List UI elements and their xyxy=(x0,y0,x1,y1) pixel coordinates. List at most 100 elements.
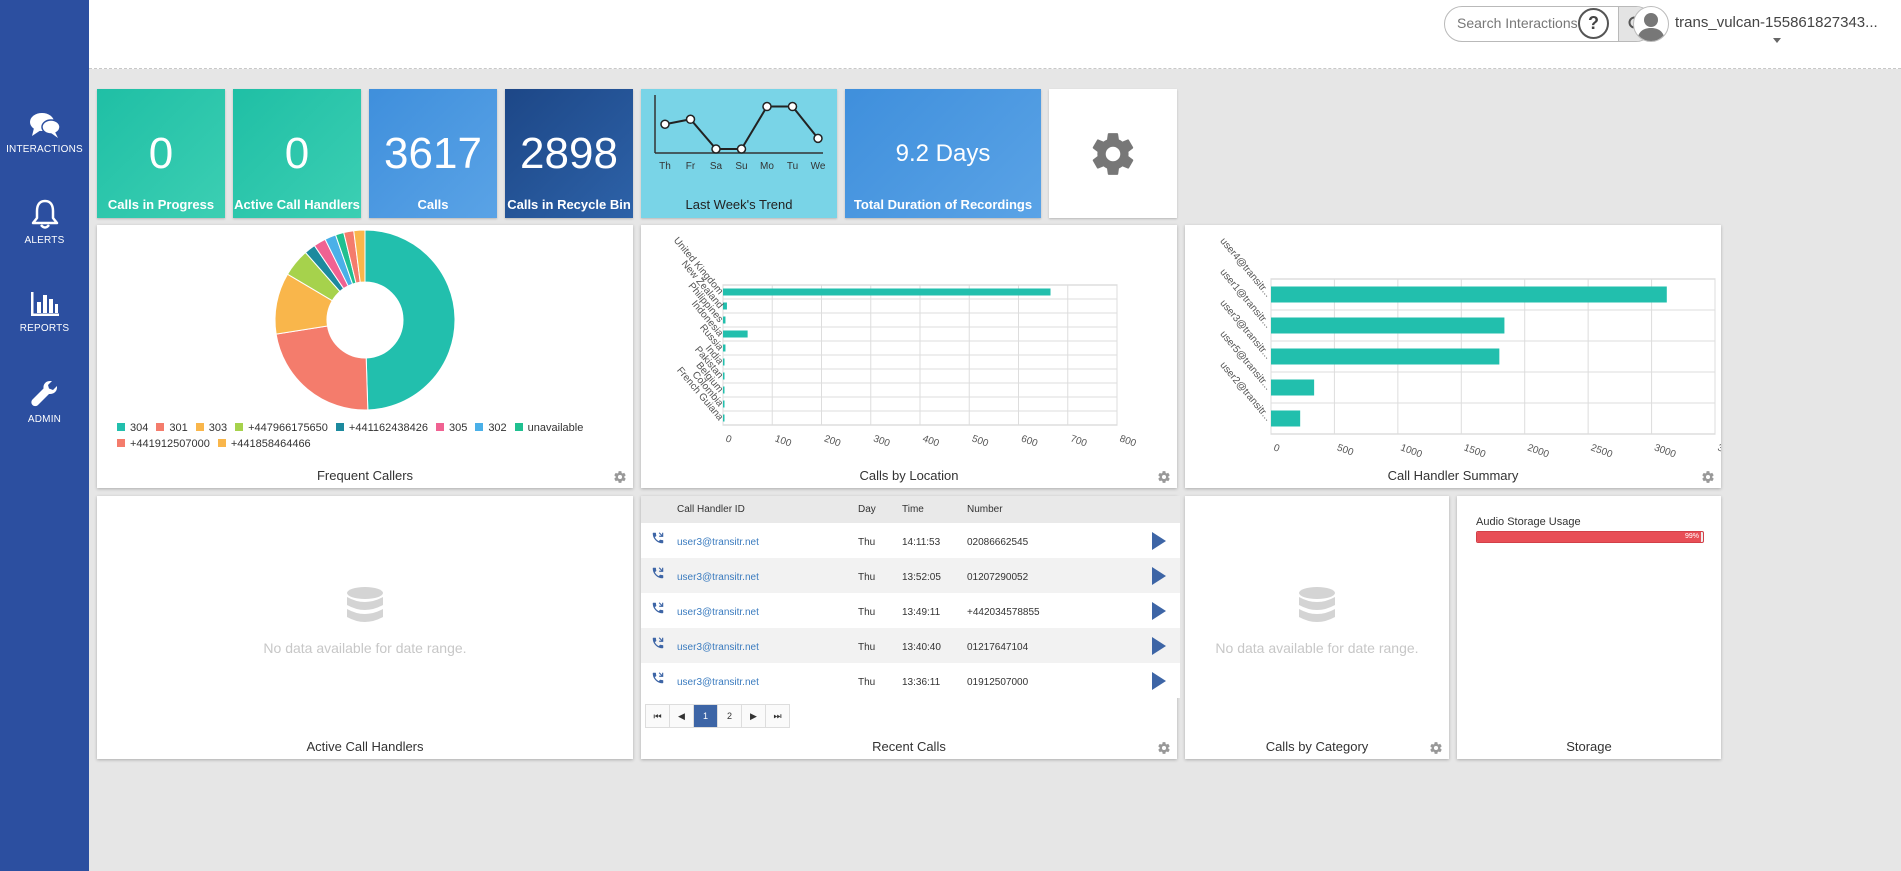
call-number: 01207290052 xyxy=(967,572,1029,583)
prev-page-button[interactable]: ◀ xyxy=(670,705,694,727)
legend-item[interactable]: 301 xyxy=(156,420,188,436)
no-data-text: No data available for date range. xyxy=(263,640,467,656)
panel-title: Calls by Location xyxy=(859,468,959,483)
x-tick-label: 0 xyxy=(1272,442,1281,454)
sidebar-item-interactions[interactable]: INTERACTIONS xyxy=(0,111,89,155)
calls-by-location-chart: 0 100 200 300 400 500 600 700 800United KingdomN… xyxy=(671,235,1138,449)
legend-item[interactable]: +441858464466 xyxy=(217,436,311,452)
bell-icon xyxy=(31,199,58,229)
panel-active-call-handlers: No data available for date range. Active… xyxy=(97,496,633,759)
last-page-button[interactable]: ⏭ xyxy=(766,705,789,727)
legend-item[interactable]: +441162438426 xyxy=(335,420,428,436)
gear-icon[interactable] xyxy=(1701,470,1715,484)
call-handler-id[interactable]: user3@transitr.net xyxy=(677,572,759,583)
legend-swatch xyxy=(514,423,523,431)
call-handler-id[interactable]: user3@transitr.net xyxy=(677,607,759,618)
trend-point xyxy=(762,101,772,112)
sidebar-item-admin[interactable]: ADMIN xyxy=(0,379,89,425)
call-handler-id[interactable]: user3@transitr.net xyxy=(677,677,759,688)
call-handler-id[interactable]: user3@transitr.net xyxy=(677,642,759,653)
bar-chart-icon xyxy=(30,292,59,316)
legend-item[interactable]: 302 xyxy=(475,420,507,436)
table-row[interactable]: user3@transitr.net Thu 13:52:05 01207290052 xyxy=(641,558,1180,593)
next-page-button[interactable]: ▶ xyxy=(742,705,766,727)
play-button[interactable] xyxy=(1152,602,1166,620)
tile-calls[interactable]: 3617 Calls xyxy=(369,89,497,218)
help-icon: ? xyxy=(1588,13,1599,33)
page-button-2[interactable]: 2 xyxy=(718,705,742,727)
legend-label: 304 xyxy=(130,422,149,434)
gear-icon[interactable] xyxy=(1429,741,1443,755)
tile-calls-in-recycle-bin[interactable]: 2898 Calls in Recycle Bin xyxy=(505,89,633,218)
table-row[interactable]: user3@transitr.net Thu 13:36:11 01912507000 xyxy=(641,663,1180,698)
bar[interactable] xyxy=(1271,379,1315,396)
gear-icon[interactable] xyxy=(1157,741,1171,755)
legend-item[interactable]: +441912507000 xyxy=(117,436,210,452)
table-row[interactable]: user3@transitr.net Thu 13:40:40 01217647104 xyxy=(641,628,1180,663)
sidebar-item-label: ALERTS xyxy=(24,235,65,246)
no-data-text: No data available for date range. xyxy=(1215,640,1419,656)
tile-active-call-handlers[interactable]: 0 Active Call Handlers xyxy=(233,89,361,218)
first-page-button[interactable]: ⏮ xyxy=(646,705,670,727)
legend-swatch xyxy=(117,439,125,447)
bar[interactable] xyxy=(723,288,1051,296)
play-button[interactable] xyxy=(1152,532,1166,550)
column-header: Number xyxy=(967,504,1003,515)
panel-calls-by-location: 0 100 200 300 400 500 600 700 800 United Kingdom N… xyxy=(641,225,1177,488)
gear-icon[interactable] xyxy=(613,470,627,484)
username[interactable]: trans_vulcan-155861827343... xyxy=(1675,14,1878,31)
call-day: Thu xyxy=(858,607,876,618)
legend-item[interactable]: 304 xyxy=(117,420,148,436)
legend-label: 305 xyxy=(448,422,468,434)
trend-point xyxy=(787,101,798,112)
storage-usage-fill xyxy=(1477,532,1701,542)
storage-usage-bar: 99% xyxy=(1476,531,1704,543)
bar[interactable] xyxy=(723,330,748,338)
bar[interactable] xyxy=(1271,410,1301,427)
settings-tile[interactable] xyxy=(1049,89,1177,218)
help-button[interactable]: ? xyxy=(1578,8,1609,39)
table-row[interactable]: user3@transitr.net Thu 13:49:11 +4420345788… xyxy=(641,593,1180,628)
legend-item[interactable]: +447966175650 xyxy=(235,420,328,436)
header-bar: ? trans_vulcan-155861827343... xyxy=(89,0,1901,69)
tile-calls-in-progress[interactable]: 0 Calls in Progress xyxy=(97,89,225,218)
legend-item[interactable]: unavailable xyxy=(514,420,584,436)
chevron-down-icon[interactable] xyxy=(1773,38,1781,43)
gear-icon xyxy=(1092,133,1134,175)
play-button[interactable] xyxy=(1152,672,1166,690)
panel-calls-by-category: No data available for date range. Calls … xyxy=(1185,496,1449,759)
call-day: Thu xyxy=(858,537,876,548)
play-button[interactable] xyxy=(1152,567,1166,585)
gear-icon[interactable] xyxy=(1157,470,1171,484)
bar[interactable] xyxy=(1271,317,1505,334)
search-box xyxy=(1444,6,1654,42)
x-tick-label: 0 xyxy=(724,433,733,445)
play-button[interactable] xyxy=(1152,637,1166,655)
legend-item[interactable]: 305 xyxy=(435,420,468,436)
trend-point xyxy=(711,144,721,154)
tile-label: Calls in Recycle Bin xyxy=(507,197,631,212)
tile-last-weeks-trend[interactable]: Th Fr Sa Su Mo Tu We Last Week's Trend xyxy=(641,89,837,218)
donut-slice[interactable] xyxy=(275,325,369,411)
call-handler-id[interactable]: user3@transitr.net xyxy=(677,537,759,548)
page-button-1[interactable]: 1 xyxy=(694,705,718,727)
trend-tick-label: Tu xyxy=(787,161,798,172)
bar[interactable] xyxy=(1271,286,1667,303)
avatar[interactable] xyxy=(1633,6,1669,42)
legend-label: +447966175650 xyxy=(248,422,328,434)
table-row[interactable]: user3@transitr.net Thu 14:11:53 02086662545 xyxy=(641,523,1180,558)
sidebar-item-reports[interactable]: REPORTS xyxy=(0,290,89,334)
trend-point xyxy=(813,133,823,144)
tile-total-duration[interactable]: 9.2 Days Total Duration of Recordings xyxy=(845,89,1041,218)
legend-item[interactable]: 303 xyxy=(195,420,227,436)
donut-slice[interactable] xyxy=(364,229,456,411)
x-tick-label: 2500 xyxy=(1589,442,1614,460)
column-header: Day xyxy=(858,504,876,515)
panel-title: Recent Calls xyxy=(872,739,946,754)
sidebar-item-alerts[interactable]: ALERTS xyxy=(0,198,89,246)
legend-label: unavailable xyxy=(527,422,584,434)
call-number: 01912507000 xyxy=(967,677,1029,688)
chat-bubbles-icon xyxy=(29,113,61,138)
bar[interactable] xyxy=(1271,348,1500,365)
panel-title: Call Handler Summary xyxy=(1387,468,1519,483)
